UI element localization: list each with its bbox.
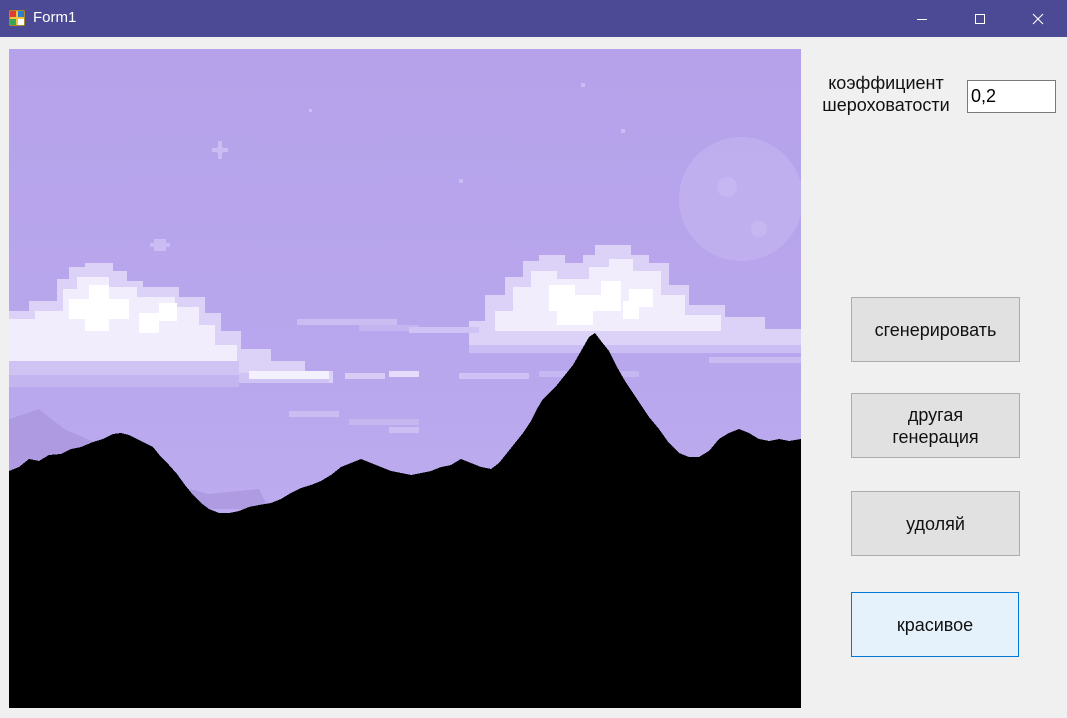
- other-generation-button[interactable]: другая генерация: [851, 393, 1020, 458]
- moon: [679, 137, 801, 261]
- form1-window: Form1 коэффициент шероховатости 0,2 сген…: [0, 0, 1067, 718]
- winforms-app-icon: [9, 10, 25, 26]
- close-button[interactable]: [1009, 0, 1067, 37]
- roughness-label: коэффициент шероховатости: [822, 73, 950, 115]
- landscape-image: [9, 49, 801, 708]
- maximize-icon: [975, 13, 985, 24]
- title-bar[interactable]: Form1: [0, 0, 1067, 37]
- minimize-icon: [917, 18, 927, 20]
- roughness-input[interactable]: [967, 80, 1056, 113]
- maximize-button[interactable]: [951, 0, 1009, 37]
- close-icon: [1032, 13, 1044, 24]
- minimize-button[interactable]: [893, 0, 951, 37]
- beautiful-button[interactable]: красивое: [851, 592, 1019, 657]
- generate-button[interactable]: сгенерировать: [851, 297, 1020, 362]
- terrain-picture-box[interactable]: [9, 49, 801, 708]
- delete-button[interactable]: удоляй: [851, 491, 1020, 556]
- window-title: Form1: [33, 9, 77, 26]
